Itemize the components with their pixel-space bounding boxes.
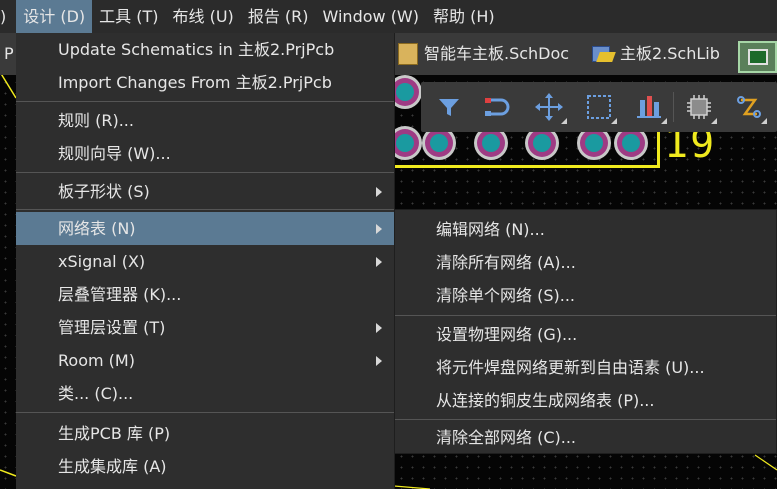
menu-item-label: Update Schematics in 主板2.PrjPcb [58,40,335,59]
component-outline [390,128,660,168]
menu-item-label: xSignal (X) [58,252,146,271]
menu-item-update-schematics[interactable]: Update Schematics in 主板2.PrjPcb [16,33,394,66]
submenu-item-label: 从连接的铜皮生成网络表 (P)... [436,391,655,410]
menu-item-layer-stack-manager[interactable]: 层叠管理器 (K)... [16,278,394,311]
submenu-item-label: 清除全部网络 (C)... [436,428,577,447]
move-icon[interactable] [533,90,567,124]
tab-schlib-label: 主板2.SchLib [620,44,720,63]
menu-clipped[interactable]: ) [0,0,8,33]
menu-item-label: 规则向导 (W)... [58,144,171,163]
design-menu: Update Schematics in 主板2.PrjPcb Import C… [16,33,395,489]
submenu-item-label: 设置物理网络 (G)... [436,325,578,344]
menu-item-label: 层叠管理器 (K)... [58,285,182,304]
pcb-doc-icon [748,49,768,65]
submenu-item-label: 编辑网络 (N)... [436,220,545,239]
menu-item-classes[interactable]: 类... (C)... [16,377,394,410]
submenu-arrow-icon [376,323,382,333]
submenu-item-set-physical-net[interactable]: 设置物理网络 (G)... [395,318,776,351]
submenu-arrow-icon [376,224,382,234]
menu-item-label: 管理层设置 (T) [58,318,166,337]
menu-item-label: 板子形状 (S) [58,182,150,201]
dropdown-corner-icon [561,118,567,124]
menu-item-board-shape[interactable]: 板子形状 (S) [16,175,394,208]
submenu-divider [395,315,776,316]
submenu-item-netlist-from-copper[interactable]: 从连接的铜皮生成网络表 (P)... [395,384,776,417]
menu-item-rules[interactable]: 规则 (R)... [16,104,394,137]
submenu-arrow-icon [376,257,382,267]
submenu-arrow-icon [376,187,382,197]
dropdown-corner-icon [661,118,667,124]
menu-item-room[interactable]: Room (M) [16,344,394,377]
menu-item-label: 网络表 (N) [58,219,136,238]
interactive-route-icon[interactable] [481,90,513,124]
menu-item-label: Room (M) [58,351,135,370]
netlist-submenu: 编辑网络 (N)... 清除所有网络 (A)... 清除单个网络 (S)... … [394,209,777,454]
toolbar-separator [673,92,674,122]
menu-reports[interactable]: 报告 (R) [241,0,316,33]
tab-clipped-label: P [4,44,14,63]
dropdown-corner-icon [711,118,717,124]
align-icon[interactable] [633,90,667,124]
menu-item-netlist[interactable]: 网络表 (N) [16,212,394,245]
tab-schdoc[interactable]: 智能车主板.SchDoc [398,33,569,75]
menu-divider [16,101,394,102]
select-rect-icon[interactable] [583,90,617,124]
submenu-item-update-pad-nets[interactable]: 将元件焊盘网络更新到自由语素 (U)... [395,351,776,384]
menu-help[interactable]: 帮助 (H) [426,0,502,33]
menu-item-label: 生成集成库 (A) [58,457,167,476]
menu-divider [16,412,394,413]
submenu-arrow-icon [376,356,382,366]
menu-item-label: 生成PCB 库 (P) [58,424,171,443]
menu-design[interactable]: 设计 (D) [16,0,93,33]
submenu-item-clear-single-net[interactable]: 清除单个网络 (S)... [395,279,776,312]
menu-item-manage-layer-sets[interactable]: 管理层设置 (T) [16,311,394,344]
menu-item-make-integrated-library[interactable]: 生成集成库 (A) [16,450,394,483]
menu-item-label: Import Changes From 主板2.PrjPcb [58,73,332,92]
menu-item-label: 规则 (R)... [58,111,134,130]
menu-bar: ) 设计 (D) 工具 (T) 布线 (U) 报告 (R) Window (W)… [0,0,777,33]
tab-schlib[interactable]: 主板2.SchLib [592,33,720,75]
submenu-item-label: 清除单个网络 (S)... [436,286,575,305]
dropdown-corner-icon [761,118,767,124]
menu-route[interactable]: 布线 (U) [166,0,241,33]
menu-item-rules-wizard[interactable]: 规则向导 (W)... [16,137,394,170]
submenu-divider [395,419,776,420]
dropdown-corner-icon [611,118,617,124]
schlib-icon [592,44,614,64]
menu-item-import-changes[interactable]: Import Changes From 主板2.PrjPcb [16,66,394,99]
menu-divider [16,172,394,173]
menu-divider [16,209,394,210]
route-path-icon[interactable] [733,90,767,124]
submenu-item-clear-all-nets[interactable]: 清除所有网络 (A)... [395,246,776,279]
submenu-item-label: 清除所有网络 (A)... [436,253,576,272]
menu-item-make-pcb-library[interactable]: 生成PCB 库 (P) [16,417,394,450]
active-bar-toolbar [421,82,777,132]
submenu-item-clear-all[interactable]: 清除全部网络 (C)... [395,421,776,454]
tab-pcb[interactable] [738,41,777,73]
filter-icon[interactable] [433,90,465,124]
component-icon[interactable] [683,90,717,124]
menu-tools[interactable]: 工具 (T) [92,0,165,33]
tab-clipped[interactable]: P [4,33,14,75]
menu-item-label: 类... (C)... [58,384,134,403]
schematic-doc-icon [398,43,418,65]
submenu-item-edit-nets[interactable]: 编辑网络 (N)... [395,213,776,246]
menu-item-xsignal[interactable]: xSignal (X) [16,245,394,278]
tab-schdoc-label: 智能车主板.SchDoc [424,44,570,63]
submenu-item-label: 将元件焊盘网络更新到自由语素 (U)... [436,358,705,377]
menu-window[interactable]: Window (W) [316,0,426,33]
